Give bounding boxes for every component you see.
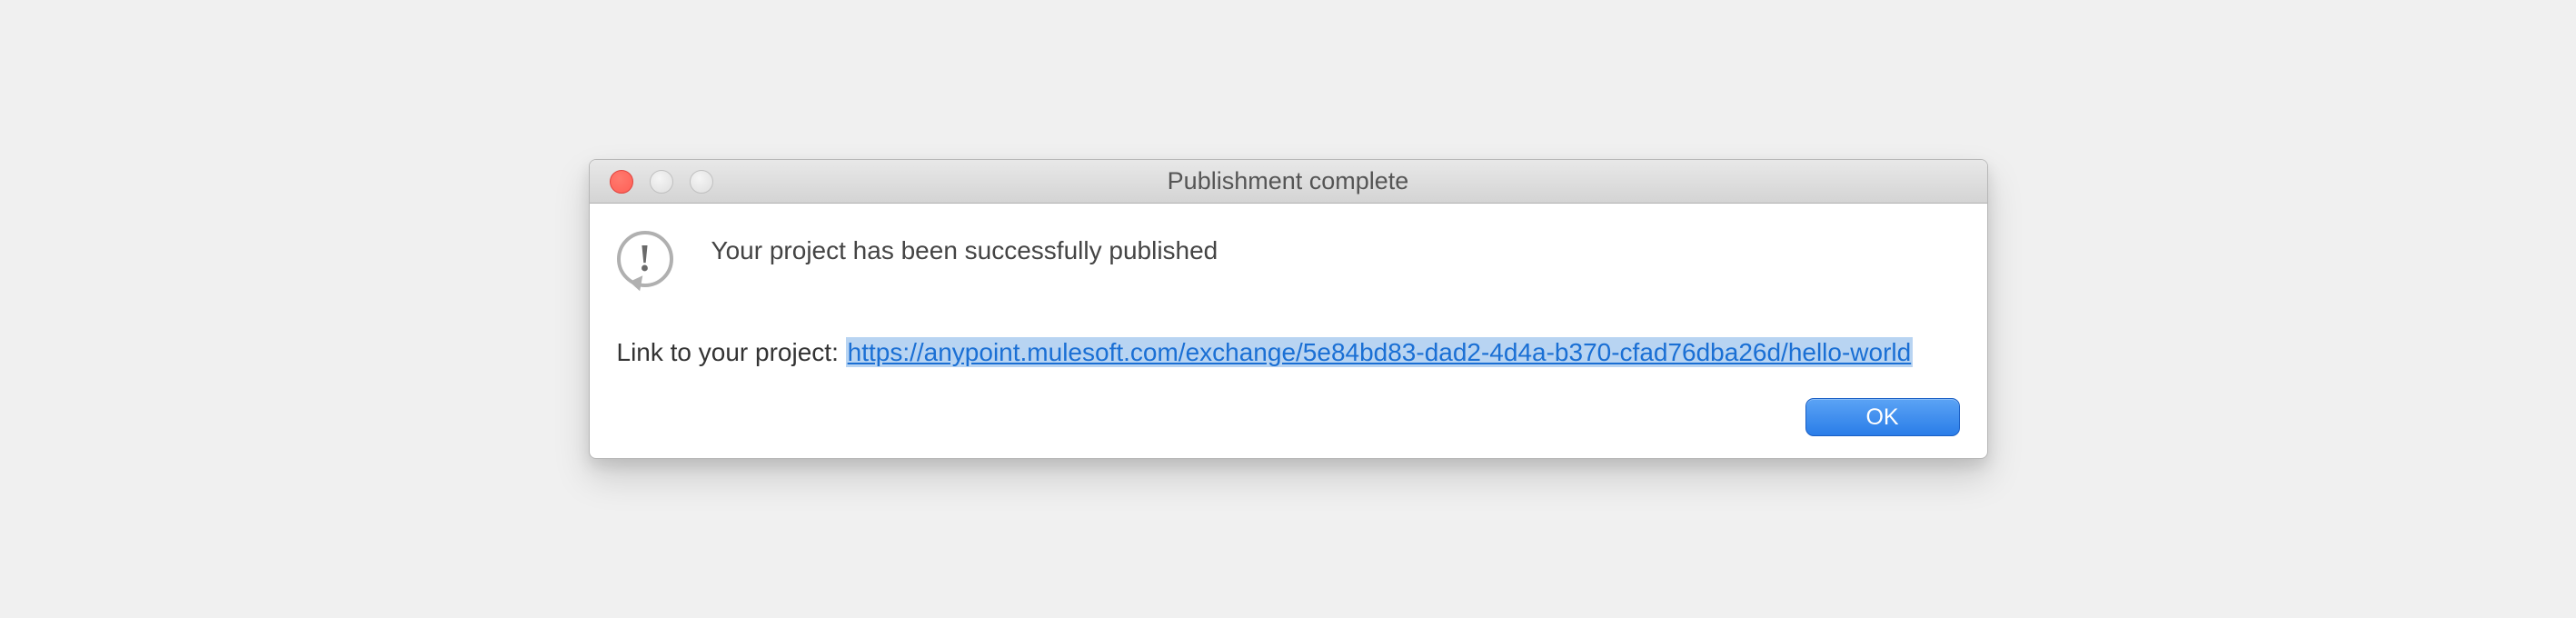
- link-row: Link to your project: https://anypoint.m…: [617, 338, 1960, 367]
- minimize-icon: [650, 170, 673, 194]
- button-row: OK: [617, 398, 1960, 436]
- maximize-icon: [690, 170, 713, 194]
- success-message: Your project has been successfully publi…: [711, 231, 1218, 265]
- close-icon[interactable]: [610, 170, 633, 194]
- titlebar: Publishment complete: [590, 160, 1987, 204]
- project-link[interactable]: https://anypoint.mulesoft.com/exchange/5…: [846, 337, 1914, 367]
- message-row: ! Your project has been successfully pub…: [617, 231, 1960, 294]
- window-controls: [590, 170, 713, 194]
- dialog-window: Publishment complete ! Your project has …: [589, 159, 1988, 459]
- info-icon: !: [617, 231, 681, 294]
- link-label: Link to your project:: [617, 338, 846, 366]
- ok-button[interactable]: OK: [1805, 398, 1960, 436]
- dialog-content: ! Your project has been successfully pub…: [590, 204, 1987, 458]
- window-title: Publishment complete: [590, 167, 1987, 195]
